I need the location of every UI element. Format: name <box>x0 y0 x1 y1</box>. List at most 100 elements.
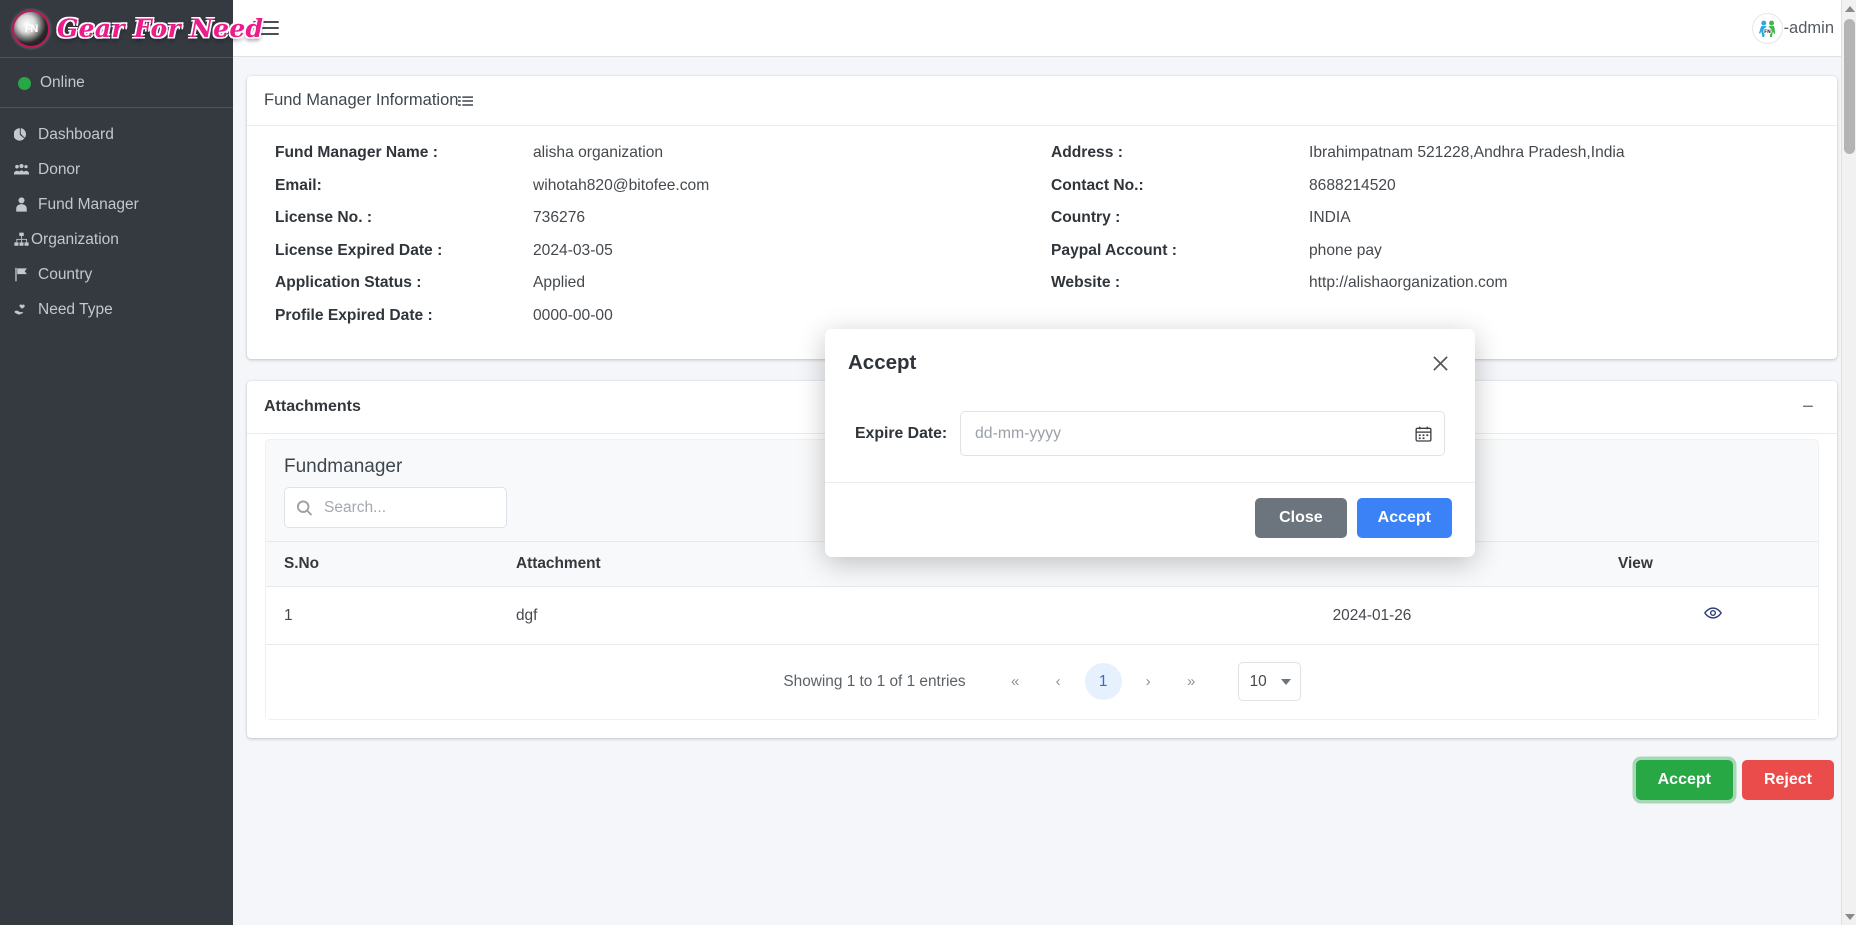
info-row: License Expired Date : 2024-03-05 <box>275 240 1042 261</box>
info-value: INDIA <box>1309 209 1351 227</box>
modal-header: Accept <box>825 329 1475 389</box>
info-label: License Expired Date : <box>275 241 443 259</box>
info-value: 736276 <box>533 209 586 227</box>
pagination-next[interactable]: › <box>1132 665 1165 698</box>
pagination-first[interactable]: « <box>999 665 1032 698</box>
sidebar-item-label: Fund Manager <box>38 195 139 213</box>
info-row: Email: wihotah820@bitofee.com <box>275 175 1042 196</box>
avatar-logo-icon: FN <box>1754 15 1780 41</box>
hand-heart-icon <box>14 301 36 318</box>
cell-view <box>1618 586 1818 645</box>
reject-button[interactable]: Reject <box>1741 760 1834 801</box>
expire-date-input[interactable] <box>960 411 1445 456</box>
sidebar-item-label: Donor <box>38 160 81 178</box>
cell-date: 2024-01-26 <box>1136 586 1618 645</box>
accept-button[interactable]: Accept <box>1635 760 1733 801</box>
pagination-last[interactable]: » <box>1175 665 1208 698</box>
info-value: http://alishaorganization.com <box>1309 274 1508 292</box>
user-name-label: -admin <box>1783 18 1834 37</box>
info-label: Fund Manager Name : <box>275 144 438 161</box>
online-status: Online <box>0 58 233 108</box>
sidebar-item-organization[interactable]: Organization <box>0 222 233 257</box>
info-label: Country : <box>1051 209 1121 227</box>
page-title: Fund Manager Information <box>264 91 459 109</box>
info-value: wihotah820@bitofee.com <box>533 176 710 194</box>
modal-footer: Close Accept <box>825 482 1475 557</box>
list-icon <box>458 94 474 108</box>
attachments-title: Attachments <box>264 398 361 416</box>
info-label: Application Status : <box>275 274 422 292</box>
info-value: 2024-03-05 <box>533 241 613 259</box>
info-grid: Fund Manager Name : alisha organization … <box>266 142 1818 337</box>
fund-manager-info-card: Fund Manager Information Fund Manager Na… <box>247 76 1837 360</box>
info-column-right: Address : Ibrahimpatnam 521228,Andhra Pr… <box>1042 142 1818 337</box>
sidebar-nav: Dashboard Donor Fund Manager Organizatio… <box>0 108 233 327</box>
sidebar-item-donor[interactable]: Donor <box>0 152 233 187</box>
info-value: 8688214520 <box>1309 176 1396 194</box>
search-input[interactable] <box>284 487 507 529</box>
cell-sno: 1 <box>266 586 516 645</box>
eye-icon[interactable] <box>1704 604 1722 622</box>
per-page-value: 10 <box>1249 672 1267 690</box>
modal-accept-button[interactable]: Accept <box>1356 498 1452 538</box>
info-value: phone pay <box>1309 241 1382 259</box>
brand-header[interactable]: FN Gear For Need <box>0 0 263 58</box>
online-status-label: Online <box>40 74 85 91</box>
search-wrapper <box>284 487 507 529</box>
pagination-prev[interactable]: ‹ <box>1042 665 1075 698</box>
scrollbar-thumb[interactable] <box>1844 19 1855 154</box>
info-row: License No. : 736276 <box>275 207 1042 228</box>
info-label: Paypal Account : <box>1051 241 1177 259</box>
info-row: Fund Manager Name : alisha organization <box>275 142 1042 163</box>
info-row: Paypal Account : phone pay <box>1051 240 1818 261</box>
user-tie-icon <box>14 196 36 213</box>
attachments-table-body: 1 dgf 2024-01-26 <box>266 586 1818 645</box>
info-column-left: Fund Manager Name : alisha organization … <box>266 142 1042 337</box>
calendar-icon[interactable] <box>1415 425 1432 442</box>
scrollbar-down-icon[interactable] <box>1842 908 1856 925</box>
info-row: Website : http://alishaorganization.com <box>1051 272 1818 293</box>
sidebar-item-need-type[interactable]: Need Type <box>0 292 233 327</box>
user-menu[interactable]: FN -admin <box>1751 12 1834 44</box>
info-label: Website : <box>1051 274 1121 292</box>
close-icon[interactable] <box>1428 351 1452 375</box>
modal-body: Expire Date: <box>825 389 1475 482</box>
pagination: Showing 1 to 1 of 1 entries « ‹ 1 › » 10 <box>266 644 1818 720</box>
footer-actions: Accept Reject <box>247 760 1837 801</box>
info-row: Country : INDIA <box>1051 207 1818 228</box>
chevron-down-icon <box>1280 678 1291 685</box>
sidebar-item-dashboard[interactable]: Dashboard <box>0 117 233 152</box>
expire-date-label: Expire Date: <box>855 424 948 442</box>
topbar: FN -admin <box>233 0 1856 57</box>
info-row: Application Status : Applied <box>275 272 1042 293</box>
modal-close-button[interactable]: Close <box>1255 498 1347 538</box>
info-label: Contact No.: <box>1051 176 1144 194</box>
pagination-page-1[interactable]: 1 <box>1084 663 1122 701</box>
sidebar: FN Gear For Need Online Dashboard Donor <box>0 0 263 925</box>
info-value: Applied <box>533 274 586 292</box>
brand-logo-icon: FN <box>12 9 50 48</box>
svg-text:FN: FN <box>1764 28 1771 34</box>
page-scrollbar[interactable] <box>1841 0 1856 925</box>
brand-logo-text: FN <box>24 22 39 35</box>
online-dot-icon <box>18 76 31 90</box>
info-row: Profile Expired Date : 0000-00-00 <box>275 305 1042 326</box>
scrollbar-up-icon[interactable] <box>1842 0 1856 17</box>
info-label: License No. : <box>275 209 373 227</box>
per-page-select[interactable]: 10 <box>1237 662 1301 702</box>
avatar: FN <box>1751 12 1783 44</box>
sidebar-item-label: Dashboard <box>38 125 114 143</box>
brand-title: Gear For Need <box>57 14 264 43</box>
sidebar-item-country[interactable]: Country <box>0 257 233 292</box>
sidebar-item-fund-manager[interactable]: Fund Manager <box>0 187 233 222</box>
fund-manager-card-header: Fund Manager Information <box>247 76 1837 126</box>
column-header-sno[interactable]: S.No <box>266 541 516 587</box>
info-value: Ibrahimpatnam 521228,Andhra Pradesh,Indi… <box>1309 144 1625 161</box>
sitemap-icon <box>14 232 29 246</box>
sidebar-item-label: Organization <box>31 230 119 248</box>
minimize-icon[interactable]: − <box>1796 395 1820 419</box>
pie-chart-icon <box>14 126 36 143</box>
main-area: FN -admin Fund Manager Information Fund … <box>233 0 1856 925</box>
info-value: 0000-00-00 <box>533 306 613 324</box>
app-root: FN Gear For Need Online Dashboard Donor <box>0 0 1856 925</box>
